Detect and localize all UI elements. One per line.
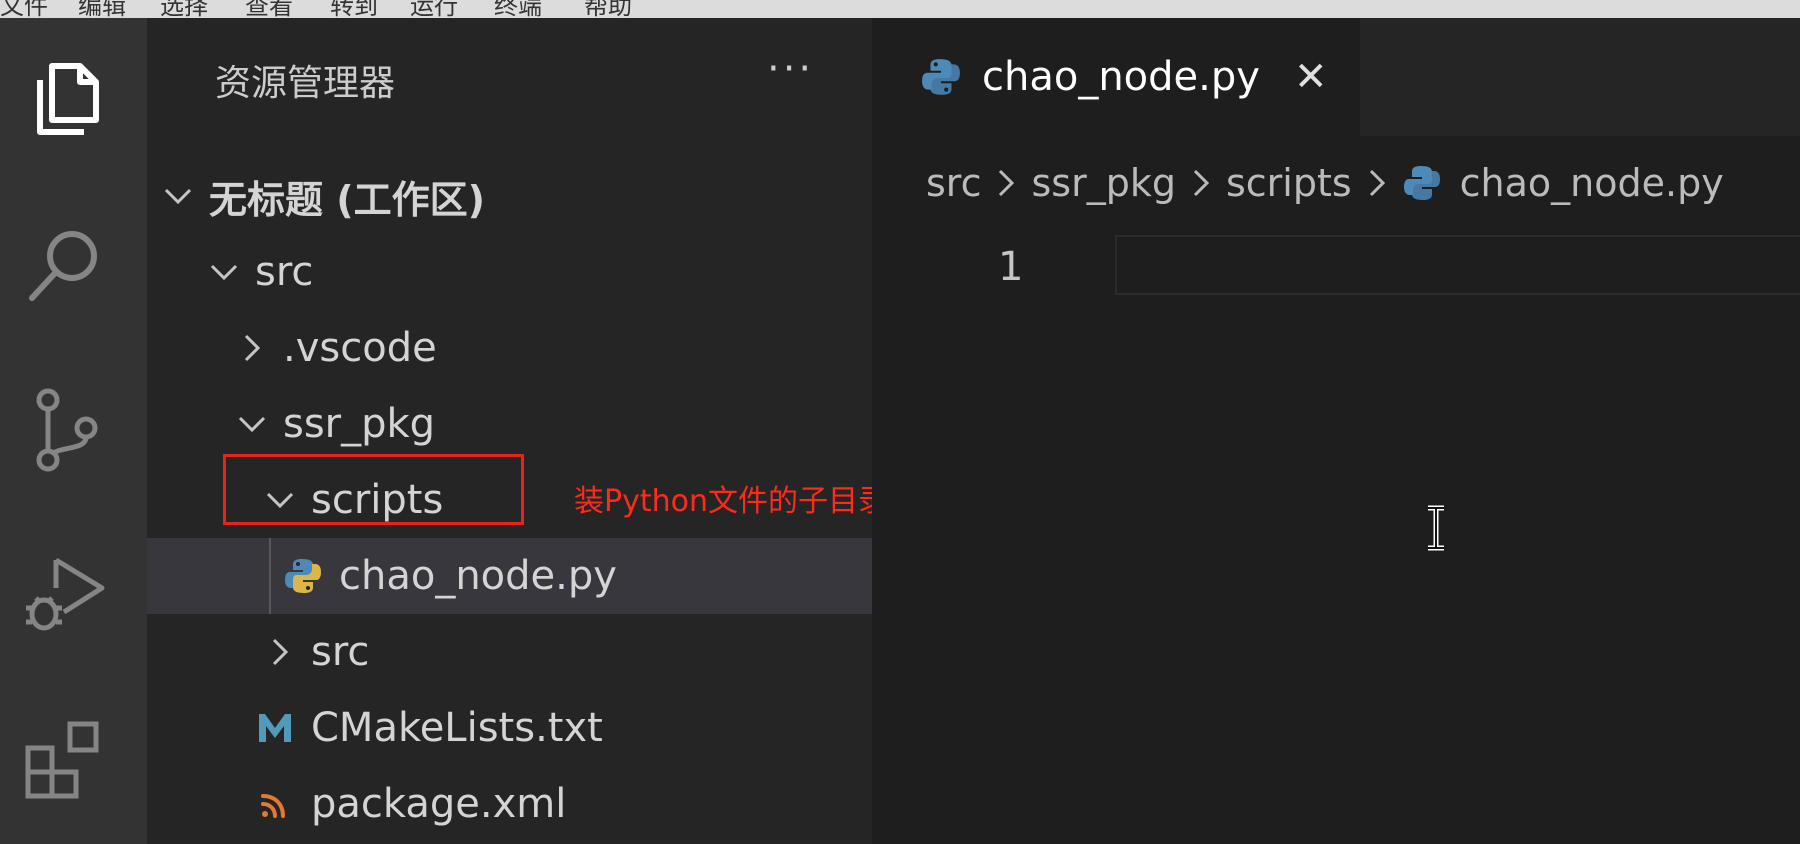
tree-item-vscode[interactable]: .vscode	[147, 310, 872, 386]
tree-item-label: src	[255, 249, 314, 295]
menu-view[interactable]: 查看	[245, 0, 293, 18]
menu-run[interactable]: 运行	[410, 0, 458, 18]
annotation-note: 装Python文件的子目录	[574, 484, 888, 519]
python-icon	[1402, 163, 1442, 203]
annotation-highlight-box	[223, 454, 524, 525]
workspace-root[interactable]: 无标题 (工作区)	[147, 158, 872, 234]
search-icon[interactable]	[18, 218, 110, 310]
chevron-down-icon	[163, 176, 193, 216]
tree-item-label: chao_node.py	[339, 553, 617, 599]
menu-file[interactable]: 文件	[0, 0, 48, 18]
chevron-down-icon	[237, 404, 267, 444]
tree-item-label: src	[311, 629, 370, 675]
chevron-right-icon	[265, 632, 295, 672]
tab-bar: chao_node.py ✕	[872, 18, 1800, 136]
breadcrumb-item[interactable]: scripts	[1226, 161, 1352, 205]
extensions-icon[interactable]	[18, 714, 110, 806]
rss-xml-icon	[255, 784, 295, 824]
activity-bar	[0, 18, 147, 844]
line-number: 1	[998, 244, 1024, 290]
python-icon	[283, 556, 323, 596]
menu-selection[interactable]: 选择	[160, 0, 208, 18]
chevron-right-icon	[237, 328, 267, 368]
breadcrumb-item[interactable]: ssr_pkg	[1031, 161, 1175, 205]
breadcrumb: src ssr_pkg scripts chao_node.py	[926, 153, 1724, 213]
indent-guide	[269, 538, 271, 614]
explorer-sidebar: 资源管理器 ··· 无标题 (工作区) src .vscode ssr_pkg …	[147, 18, 872, 844]
tree-item-label: .vscode	[283, 325, 437, 371]
explorer-icon[interactable]	[18, 54, 110, 146]
tree-item-label: CMakeLists.txt	[311, 705, 603, 751]
close-icon[interactable]: ✕	[1294, 54, 1328, 100]
explorer-title: 资源管理器	[215, 63, 396, 104]
tree-item-cmakelists[interactable]: CMakeLists.txt	[147, 690, 872, 766]
menu-go[interactable]: 转到	[330, 0, 378, 18]
source-control-icon[interactable]	[18, 384, 110, 476]
run-debug-icon[interactable]	[18, 548, 110, 640]
editor-area[interactable]: chao_node.py ✕ src ssr_pkg scripts chao_…	[872, 18, 1800, 844]
tree-item-label: package.xml	[311, 781, 567, 827]
workspace-label: 无标题 (工作区)	[209, 177, 485, 222]
tree-item-label: ssr_pkg	[283, 401, 436, 447]
chevron-right-icon	[1362, 163, 1392, 203]
tab-label: chao_node.py	[982, 54, 1260, 100]
text-cursor-icon	[1428, 505, 1444, 551]
chevron-down-icon	[209, 252, 239, 292]
menubar: 文件 编辑 选择 查看 转到 运行 终端 帮助	[0, 0, 1800, 18]
breadcrumb-item[interactable]: src	[926, 161, 981, 205]
menu-edit[interactable]: 编辑	[78, 0, 126, 18]
breadcrumb-item[interactable]: chao_node.py	[1460, 161, 1724, 205]
menu-help[interactable]: 帮助	[584, 0, 632, 18]
more-actions-button[interactable]: ···	[767, 46, 814, 92]
cmake-m-icon	[255, 708, 295, 748]
current-line-highlight[interactable]	[1115, 235, 1800, 295]
tree-item-src-inner[interactable]: src	[147, 614, 872, 690]
chevron-right-icon	[1186, 163, 1216, 203]
tab-chao-node-py[interactable]: chao_node.py ✕	[872, 18, 1360, 136]
python-icon	[920, 56, 962, 98]
chevron-right-icon	[991, 163, 1021, 203]
menu-terminal[interactable]: 终端	[494, 0, 542, 18]
tree-item-package-xml[interactable]: package.xml	[147, 766, 872, 842]
tree-item-src[interactable]: src	[147, 234, 872, 310]
tree-item-chao-node-py[interactable]: chao_node.py	[147, 538, 872, 614]
tree-item-ssr-pkg[interactable]: ssr_pkg	[147, 386, 872, 462]
